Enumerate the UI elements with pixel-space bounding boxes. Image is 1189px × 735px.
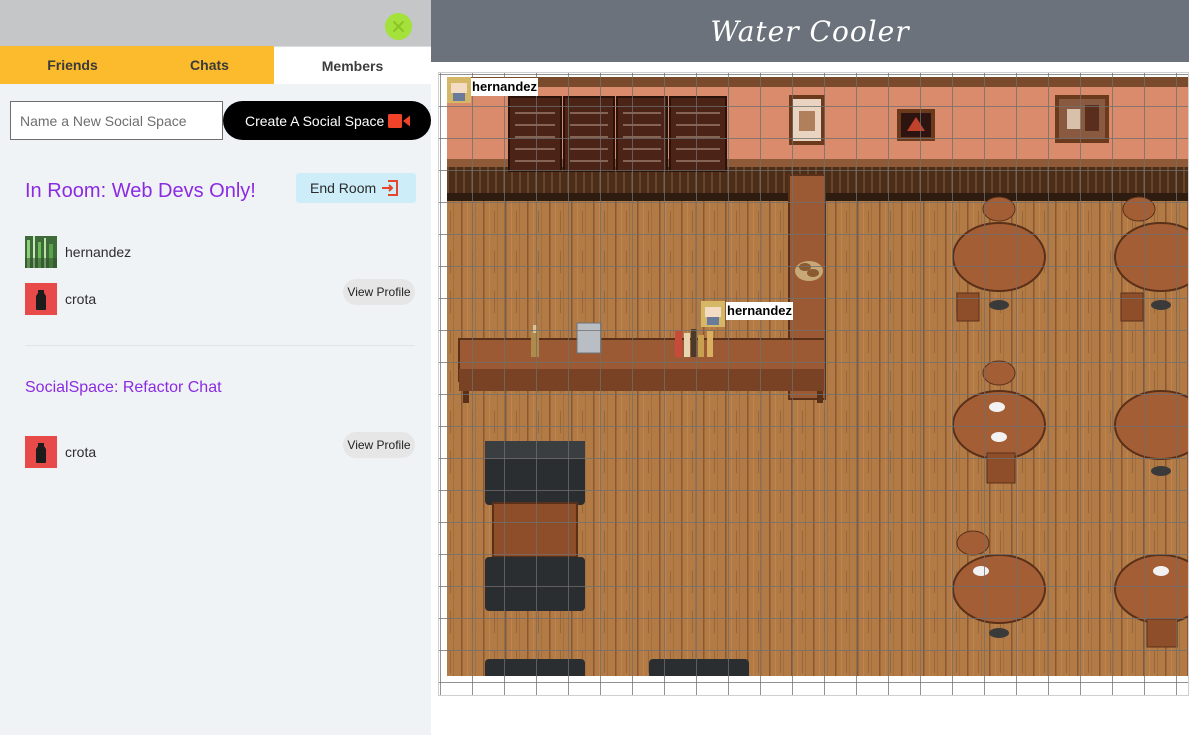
game-header: Water Cooler: [431, 0, 1189, 62]
sidebar-tabs: Friends Chats Members: [0, 46, 431, 84]
space-member-crota: crota: [25, 436, 96, 468]
bottle-avatar: [25, 436, 57, 468]
room-title: In Room: Web Devs Only!: [25, 180, 256, 202]
close-icon: [393, 21, 404, 32]
player-label-1[interactable]: hernandez: [471, 78, 539, 96]
view-profile-button[interactable]: View Profile: [343, 279, 415, 305]
player-sprite-1: [447, 77, 471, 103]
cafe-map: [439, 73, 1188, 695]
tab-chats[interactable]: Chats: [145, 46, 274, 84]
member-name: crota: [65, 444, 97, 460]
game-canvas[interactable]: hernandez hernandez: [438, 72, 1189, 696]
tab-friends[interactable]: Friends: [0, 46, 145, 84]
player-name: hernandez: [726, 302, 794, 320]
game-title: Water Cooler: [710, 14, 910, 48]
tab-members[interactable]: Members: [274, 46, 431, 84]
room-member-crota: crota: [25, 283, 96, 315]
end-room-button[interactable]: End Room: [296, 173, 416, 203]
sidebar-top-bar: [0, 0, 431, 46]
new-social-space-input[interactable]: [10, 101, 223, 140]
member-name: hernandez: [65, 244, 132, 260]
view-profile-button[interactable]: View Profile: [343, 432, 415, 458]
plant-photo-avatar: [25, 236, 57, 268]
bottle-avatar: [25, 283, 57, 315]
sidebar: Friends Chats Members Create A Social Sp…: [0, 0, 431, 735]
create-social-space-button[interactable]: Create A Social Space: [223, 101, 431, 140]
close-button[interactable]: [385, 13, 412, 40]
section-divider: [25, 345, 415, 346]
player-sprite-2: [701, 301, 725, 327]
video-camera-icon: [388, 114, 410, 128]
menu-boards: [508, 96, 727, 172]
member-name: crota: [65, 291, 97, 307]
room-member-hernandez: hernandez: [25, 236, 131, 268]
social-space-title: SocialSpace: Refactor Chat: [25, 379, 222, 396]
create-social-space-label: Create A Social Space: [245, 112, 385, 129]
player-name: hernandez: [471, 78, 539, 96]
exit-door-icon: [382, 180, 398, 196]
player-label-2[interactable]: hernandez: [726, 302, 794, 320]
end-room-label: End Room: [310, 180, 377, 196]
